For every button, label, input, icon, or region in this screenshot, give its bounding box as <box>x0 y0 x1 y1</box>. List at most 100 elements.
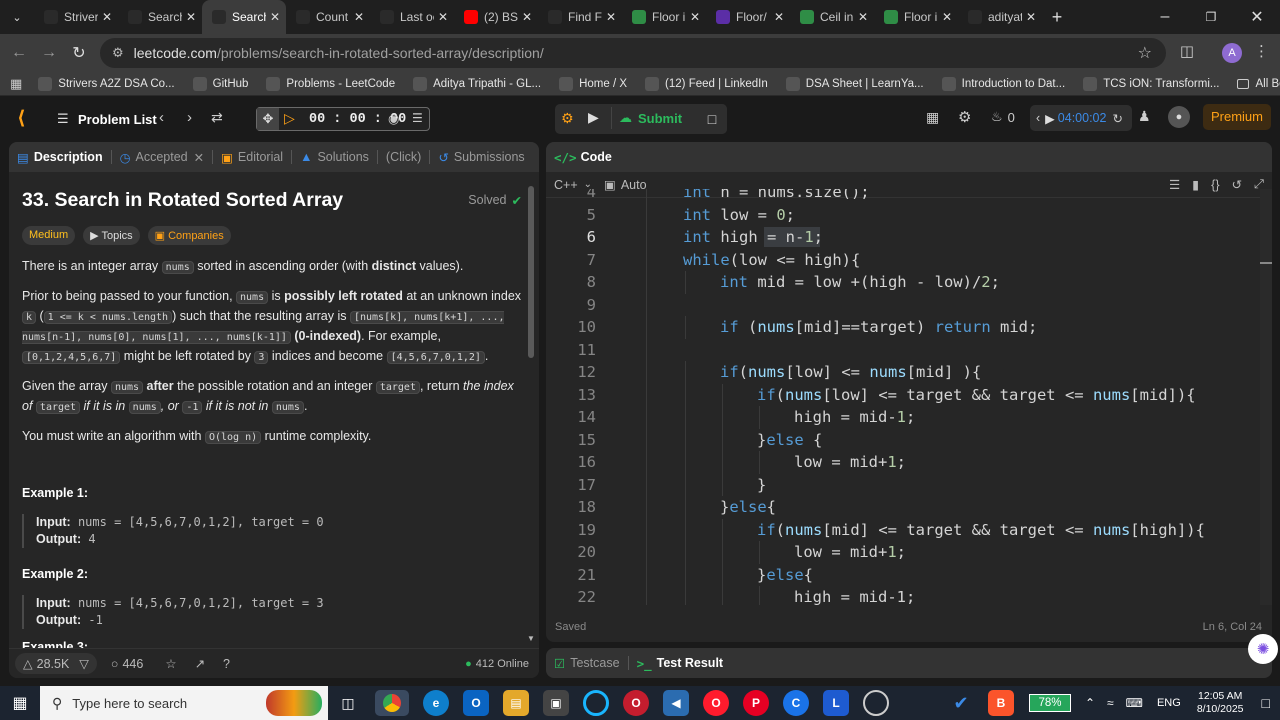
notifications-icon[interactable]: □ <box>1262 695 1270 711</box>
problem-list-link[interactable]: Problem List <box>78 112 157 127</box>
bookmark-item[interactable]: Problems - LeetCode <box>266 76 395 91</box>
tab-editorial[interactable]: ▣ Editorial <box>213 150 291 165</box>
clock[interactable]: 12:05 AM 8/10/2025 <box>1197 690 1244 716</box>
browser-tab[interactable]: Floor i ✕ <box>622 0 706 34</box>
new-tab-button[interactable]: + <box>1042 2 1072 32</box>
task-view-icon[interactable]: ◫ <box>335 690 361 716</box>
back-button[interactable]: ← <box>4 38 34 68</box>
c-app-taskbar-icon[interactable]: C <box>783 690 809 716</box>
language-indicator[interactable]: ENG <box>1157 697 1181 709</box>
tab-solutions[interactable]: ▲ Solutions <box>292 150 377 164</box>
tab-submissions[interactable]: ↺ Submissions <box>430 150 532 165</box>
all-bookmarks-button[interactable]: All Bookmarks <box>1237 78 1280 90</box>
close-tab-icon[interactable]: ✕ <box>354 10 364 24</box>
minimize-button[interactable]: – <box>1142 2 1188 32</box>
user-avatar[interactable]: ● <box>1168 106 1190 128</box>
reload-button[interactable]: ↻ <box>64 38 94 68</box>
profile-avatar[interactable]: A <box>1222 43 1242 63</box>
close-tab-icon[interactable]: ✕ <box>438 10 448 24</box>
cortana-taskbar-icon[interactable] <box>583 690 609 716</box>
tab-search-dropdown-icon[interactable]: ⌄ <box>0 2 34 32</box>
extensions-icon[interactable]: ◫ <box>1176 42 1198 64</box>
tab-click[interactable]: (Click) <box>378 150 429 164</box>
browser-tab[interactable]: Ceil in ✕ <box>790 0 874 34</box>
premium-button[interactable]: Premium <box>1203 104 1271 130</box>
comments-button[interactable]: ○ 446 <box>111 657 143 671</box>
l-app-taskbar-icon[interactable]: L <box>823 690 849 716</box>
forward-button[interactable]: → <box>34 38 64 68</box>
drag-handle-icon[interactable]: ✥ <box>257 108 279 130</box>
close-tab-icon[interactable]: ✕ <box>690 10 700 24</box>
github-desktop-taskbar-icon[interactable] <box>863 690 889 716</box>
tab-test-result[interactable]: >_ Test Result <box>629 656 732 671</box>
address-bar[interactable]: ⚙ leetcode.com/problems/search-in-rotate… <box>100 38 1166 68</box>
browser-menu-icon[interactable]: ⋮ <box>1254 42 1269 60</box>
tab-testcase[interactable]: ☑ Testcase <box>546 656 628 671</box>
browser-tab[interactable]: (2) BS ✕ <box>454 0 538 34</box>
settings-gear-icon[interactable]: ⚙ <box>958 108 971 126</box>
floating-assistant-icon[interactable]: ✺ <box>1248 634 1278 664</box>
bookmark-item[interactable]: TCS iON: Transformi... <box>1083 76 1219 91</box>
close-tab-icon[interactable]: ✕ <box>270 10 280 24</box>
play-timer-icon[interactable]: ▷ <box>284 110 295 127</box>
prev-problem-icon[interactable]: ‹ <box>159 109 164 126</box>
close-tab-icon[interactable]: ✕ <box>606 10 616 24</box>
session-timer[interactable]: ‹ ▶ 04:00:02 ↻ <box>1030 105 1132 131</box>
opera-gx-taskbar-icon[interactable]: O <box>623 690 649 716</box>
share-icon[interactable]: ↗ <box>195 656 205 671</box>
close-tab-icon[interactable]: ✕ <box>194 150 204 165</box>
close-tab-icon[interactable]: ✕ <box>774 10 784 24</box>
tab-code[interactable]: </> Code <box>546 150 620 165</box>
code-editor[interactable]: 4 int n = nums.size(); 5 int low = 0; 6 int h… <box>546 189 1272 605</box>
eye-icon[interactable]: ◉ <box>388 111 399 127</box>
browser-tab[interactable]: adityat ✕ <box>958 0 1042 34</box>
bookmark-star-icon[interactable]: ☆ <box>1138 43 1152 63</box>
browser-tab[interactable]: Find Fi ✕ <box>538 0 622 34</box>
chrome-taskbar-icon[interactable] <box>375 690 409 716</box>
close-tab-icon[interactable]: ✕ <box>186 10 196 24</box>
bookmark-item[interactable]: Introduction to Dat... <box>941 76 1065 91</box>
leetcode-logo-icon[interactable]: ⟨ <box>17 109 37 129</box>
site-info-icon[interactable]: ⚙ <box>112 45 124 61</box>
browser-tab[interactable]: Search ✕ <box>118 0 202 34</box>
add-friend-icon[interactable]: ♟ <box>1138 108 1151 125</box>
bookmark-item[interactable]: (12) Feed | LinkedIn <box>645 76 768 91</box>
tab-accepted[interactable]: ◷ Accepted ✕ <box>112 150 213 165</box>
shuffle-icon[interactable]: ⇄ <box>211 109 223 126</box>
maximize-button[interactable]: ❐ <box>1188 2 1234 32</box>
help-icon[interactable]: ? <box>223 657 230 671</box>
pinterest-taskbar-icon[interactable]: P <box>743 690 769 716</box>
timer-settings-icon[interactable]: ☰ <box>412 111 423 125</box>
outlook-taskbar-icon[interactable]: O <box>463 690 489 716</box>
browser-tab[interactable]: Floor/ ✕ <box>706 0 790 34</box>
check-app-taskbar-icon[interactable]: ✔ <box>948 690 974 716</box>
apps-grid-icon[interactable]: ▦ <box>10 76 22 92</box>
bookmark-item[interactable]: Home / X <box>559 76 627 91</box>
tray-chevron-up-icon[interactable]: ⌃ <box>1085 696 1095 710</box>
opera-taskbar-icon[interactable]: O <box>703 690 729 716</box>
keyboard-icon[interactable]: ⌨ <box>1126 696 1143 710</box>
scroll-down-icon[interactable]: ▼ <box>527 634 535 643</box>
vscode-taskbar-icon[interactable]: ◀ <box>663 690 689 716</box>
close-tab-icon[interactable]: ✕ <box>858 10 868 24</box>
bookmark-item[interactable]: DSA Sheet | LearnYa... <box>785 76 924 91</box>
tab-description[interactable]: ▤ Description <box>9 150 111 165</box>
bookmark-item[interactable]: Aditya Tripathi - GL... <box>413 76 541 91</box>
wifi-icon[interactable]: ≈ <box>1107 696 1114 710</box>
notes-icon[interactable]: □ <box>697 104 727 134</box>
close-tab-icon[interactable]: ✕ <box>102 10 112 24</box>
close-window-button[interactable]: ✕ <box>1234 2 1280 32</box>
submit-button[interactable]: ☁ Submit <box>619 110 682 126</box>
battery-indicator[interactable]: 78% <box>1028 694 1071 712</box>
topics-tag[interactable]: ▶ Topics <box>83 226 140 245</box>
scrollbar-thumb[interactable] <box>528 186 534 358</box>
close-tab-icon[interactable]: ✕ <box>1026 10 1036 24</box>
thumbs-up-icon[interactable]: △ <box>23 656 33 671</box>
browser-tab[interactable]: Search ✕ <box>202 0 286 34</box>
taskbar-search-box[interactable]: ⚲ Type here to search <box>40 686 328 720</box>
run-button[interactable]: ▶ <box>588 109 599 126</box>
store-taskbar-icon[interactable]: ▣ <box>543 690 569 716</box>
windows-start-icon[interactable]: ▦ <box>0 686 40 720</box>
browser-tab[interactable]: Striver ✕ <box>34 0 118 34</box>
star-icon[interactable]: ☆ <box>165 656 176 671</box>
